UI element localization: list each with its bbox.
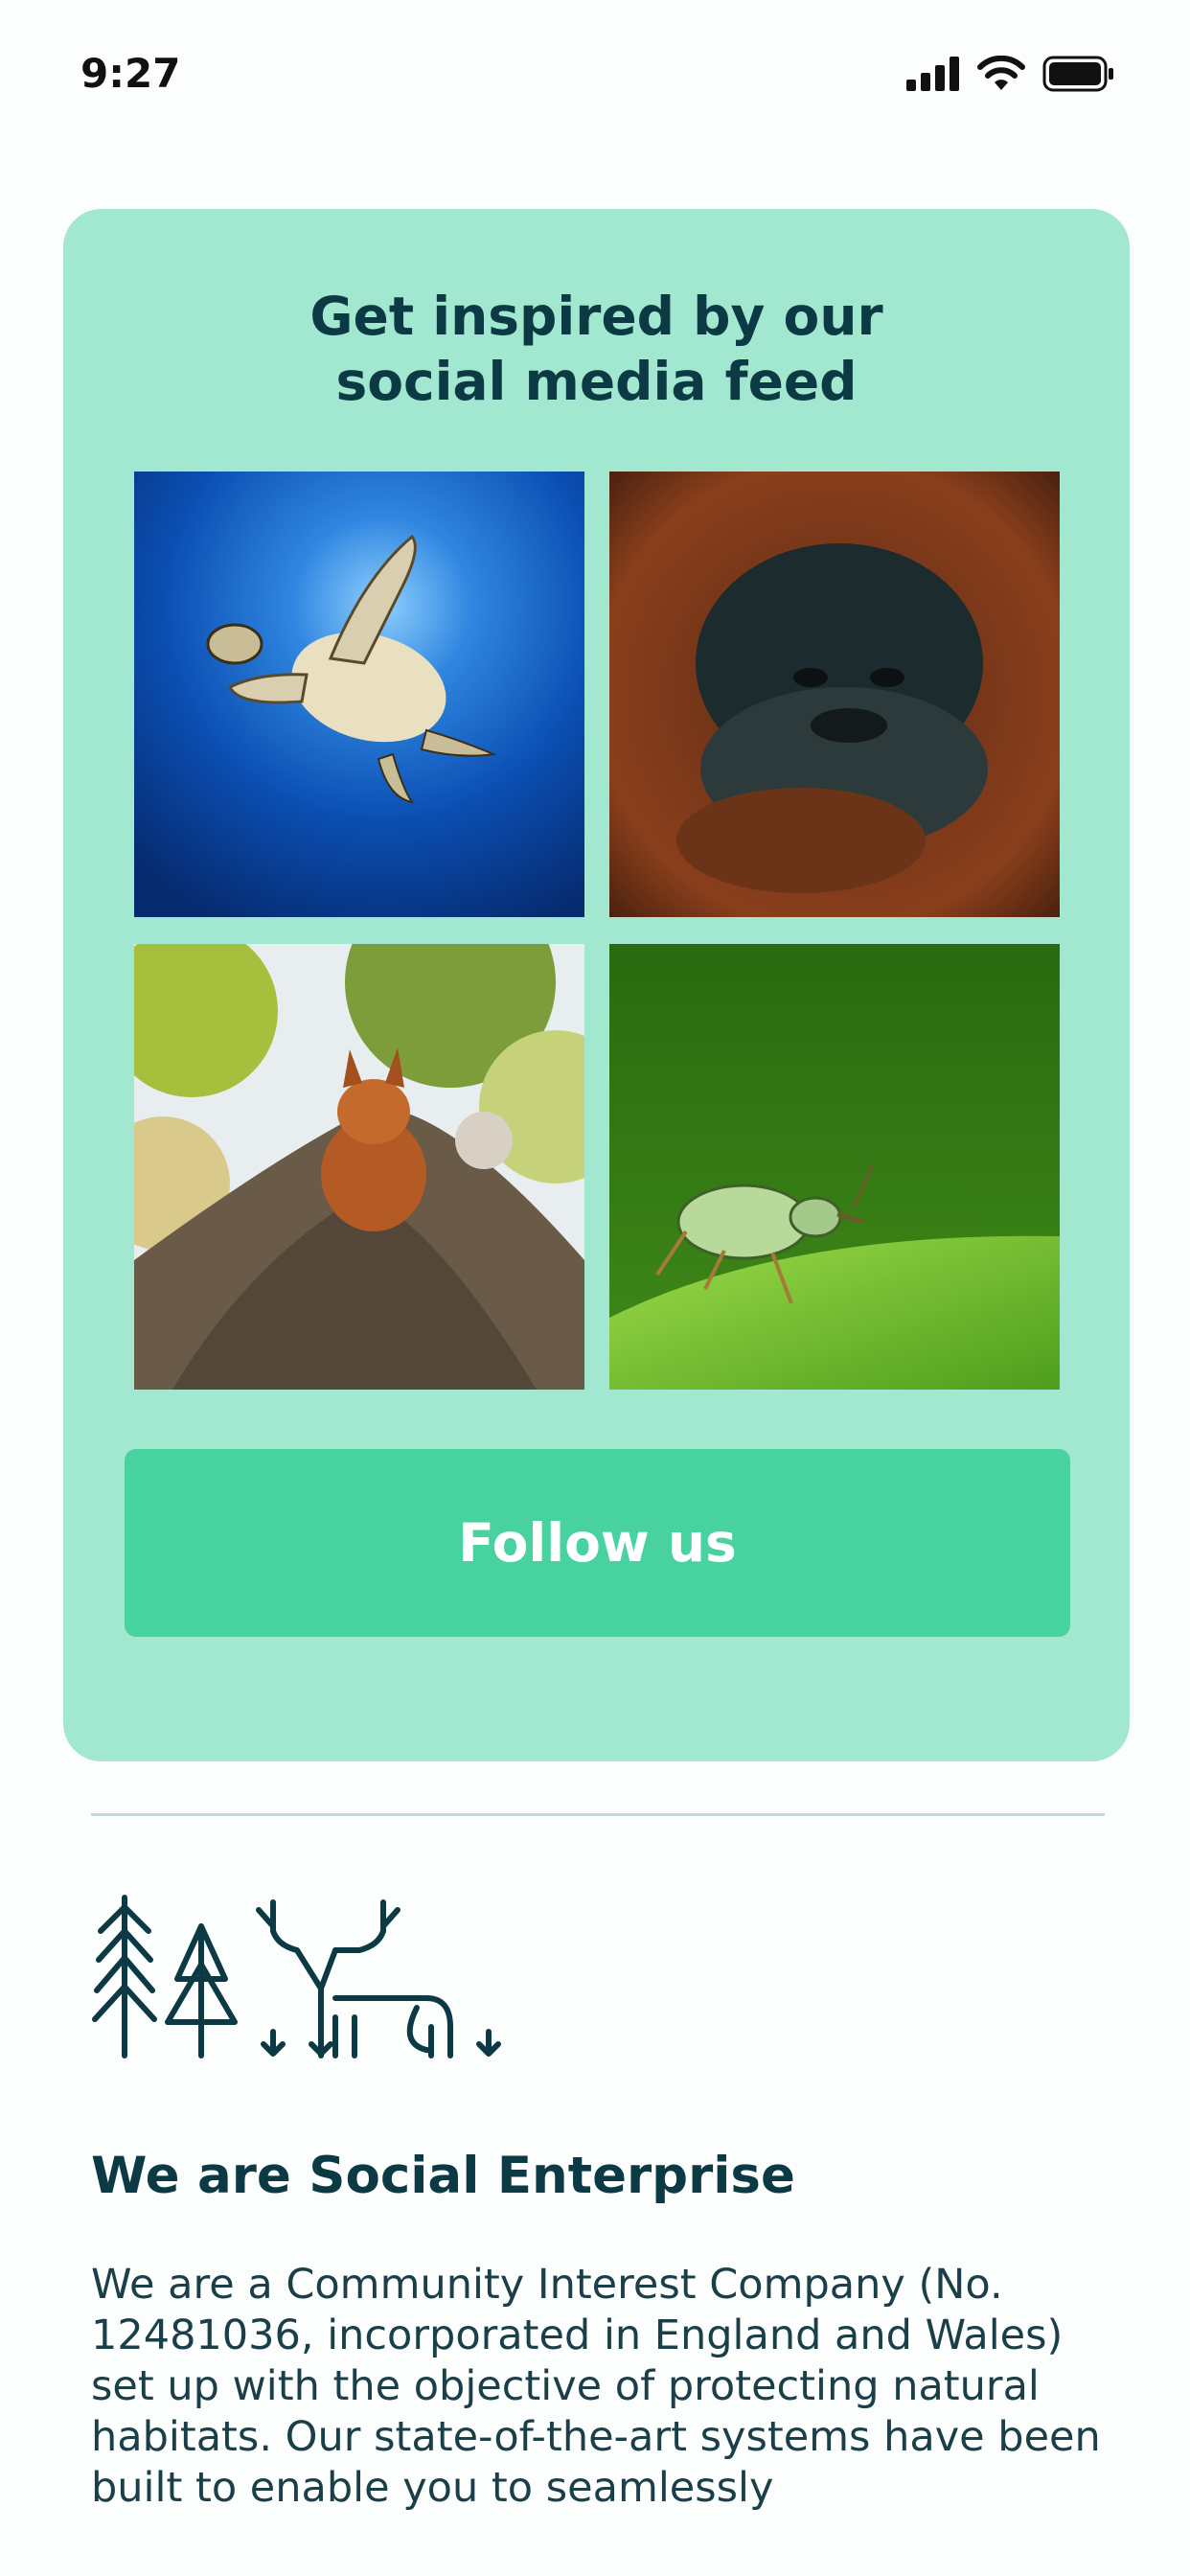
status-bar: 9:27	[0, 0, 1190, 144]
trees-deer-cow-icon	[92, 1895, 501, 2058]
wifi-icon	[977, 56, 1025, 90]
follow-us-button[interactable]: Follow us	[125, 1449, 1070, 1637]
sea-turtle-photo[interactable]	[134, 472, 584, 917]
red-squirrel-photo[interactable]	[134, 944, 584, 1390]
status-time: 9:27	[80, 50, 181, 97]
signal-icon	[906, 57, 959, 91]
divider	[91, 1813, 1105, 1816]
about-body-text: We are a Community Interest Company (No.…	[91, 2261, 1101, 2512]
status-icons	[906, 56, 1115, 92]
card-title-line2: social media feed	[335, 351, 858, 412]
orangutan-photo[interactable]	[609, 472, 1060, 917]
green-beetle-photo[interactable]	[609, 944, 1060, 1390]
section-heading: We are Social Enterprise	[91, 2147, 795, 2205]
battery-icon	[1042, 56, 1113, 92]
card-title: Get inspired by our social media feed	[63, 284, 1130, 414]
card-title-line1: Get inspired by our	[309, 286, 883, 347]
social-media-card: Get inspired by our social media feed Fo…	[63, 209, 1130, 1761]
